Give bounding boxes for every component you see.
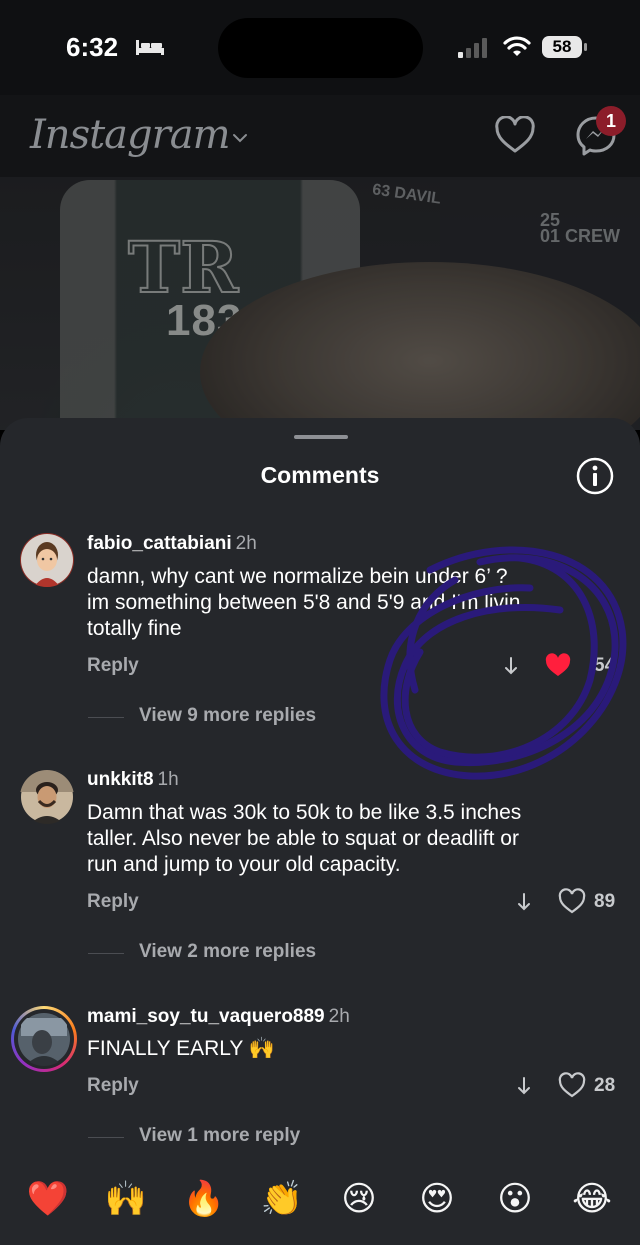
sleep-bed-icon xyxy=(136,40,164,55)
comment-time: 2h xyxy=(328,1006,350,1027)
battery-nub xyxy=(584,43,587,51)
comment-time: 2h xyxy=(235,533,257,554)
comment-header: unkkit8 1h xyxy=(87,769,179,791)
emoji-clapping-hands[interactable]: 👏 xyxy=(259,1176,305,1222)
like-count: 89 xyxy=(594,891,616,912)
username[interactable]: mami_soy_tu_vaquero889 xyxy=(87,1006,325,1027)
arrow-down-icon[interactable] xyxy=(503,656,519,676)
reply-button[interactable]: Reply xyxy=(87,655,139,677)
info-icon[interactable] xyxy=(575,456,615,496)
wifi-icon xyxy=(503,36,531,56)
view-replies-button[interactable]: View 9 more replies xyxy=(139,705,316,727)
username[interactable]: fabio_cattabiani xyxy=(87,533,232,554)
status-bar: 6:32 58 xyxy=(0,0,640,95)
arrow-down-icon[interactable] xyxy=(516,892,532,912)
emoji-heart-eyes[interactable]: 😍 xyxy=(414,1176,460,1222)
comment-text-line: run and jump to your old capacity. xyxy=(87,853,401,876)
chevron-down-icon[interactable] xyxy=(232,132,248,144)
emoji-surprised-face[interactable]: 😮 xyxy=(492,1176,538,1222)
emoji-heart[interactable]: ❤️ xyxy=(25,1176,71,1222)
view-replies-button[interactable]: View 2 more replies xyxy=(139,941,316,963)
comment-text-line: taller. Also never be able to squat or d… xyxy=(87,827,519,850)
instagram-logo[interactable]: Instagram xyxy=(30,112,231,158)
comment-text: Damn that was 30k to 50k to be like 3.5 … xyxy=(87,800,622,878)
reply-button[interactable]: Reply xyxy=(87,1075,139,1097)
comment-text: FINALLY EARLY 🙌 xyxy=(87,1036,622,1062)
comment-text-line: damn, why cant we normalize bein under 6… xyxy=(87,565,508,588)
heart-outline-icon[interactable] xyxy=(558,888,586,914)
emoji-crying-face[interactable]: 😢 xyxy=(336,1176,382,1222)
sheet-title: Comments xyxy=(260,462,380,488)
emoji-fire[interactable]: 🔥 xyxy=(181,1176,227,1222)
dynamic-island xyxy=(218,18,423,78)
view-replies-button[interactable]: View 1 more reply xyxy=(139,1125,300,1147)
comment-time: 1h xyxy=(157,769,179,790)
sheet-grabber[interactable] xyxy=(294,435,348,439)
avatar-face xyxy=(21,534,73,587)
heart-outline-icon[interactable] xyxy=(558,1072,586,1098)
comment-text-line: totally fine xyxy=(87,617,182,640)
like-count: 54 xyxy=(594,655,616,676)
replies-divider xyxy=(88,717,124,718)
avatar-face xyxy=(18,1013,70,1066)
comment-header: mami_soy_tu_vaquero889 2h xyxy=(87,1006,350,1028)
avatar[interactable] xyxy=(17,1012,71,1066)
comment-text: damn, why cant we normalize bein under 6… xyxy=(87,564,622,642)
comment-text-line: Damn that was 30k to 50k to be like 3.5 … xyxy=(87,801,522,824)
comment-header: fabio_cattabiani 2h xyxy=(87,533,257,555)
battery-icon: 58 xyxy=(542,36,582,58)
emoji-raised-hands[interactable]: 🙌 xyxy=(103,1176,149,1222)
heart-icon[interactable] xyxy=(494,116,536,154)
replies-divider xyxy=(88,1137,124,1138)
notification-badge: 1 xyxy=(596,106,626,136)
emoji-reaction-bar xyxy=(0,1160,640,1245)
heart-filled-icon[interactable] xyxy=(544,652,572,678)
reply-button[interactable]: Reply xyxy=(87,891,139,913)
cellular-signal-icon xyxy=(458,38,487,58)
avatar[interactable] xyxy=(20,770,74,824)
status-time: 6:32 xyxy=(66,32,119,62)
avatar-face xyxy=(20,770,74,824)
replies-divider xyxy=(88,953,124,954)
emoji-laughing-tears[interactable]: 😂 xyxy=(569,1176,615,1222)
arrow-down-icon[interactable] xyxy=(516,1076,532,1096)
comment-text-line: im something between 5'8 and 5'9 and I'm… xyxy=(87,591,521,614)
username[interactable]: unkkit8 xyxy=(87,769,154,790)
avatar[interactable] xyxy=(20,533,74,587)
like-count: 28 xyxy=(594,1075,616,1096)
comment-text-line: FINALLY EARLY 🙌 xyxy=(87,1037,276,1060)
